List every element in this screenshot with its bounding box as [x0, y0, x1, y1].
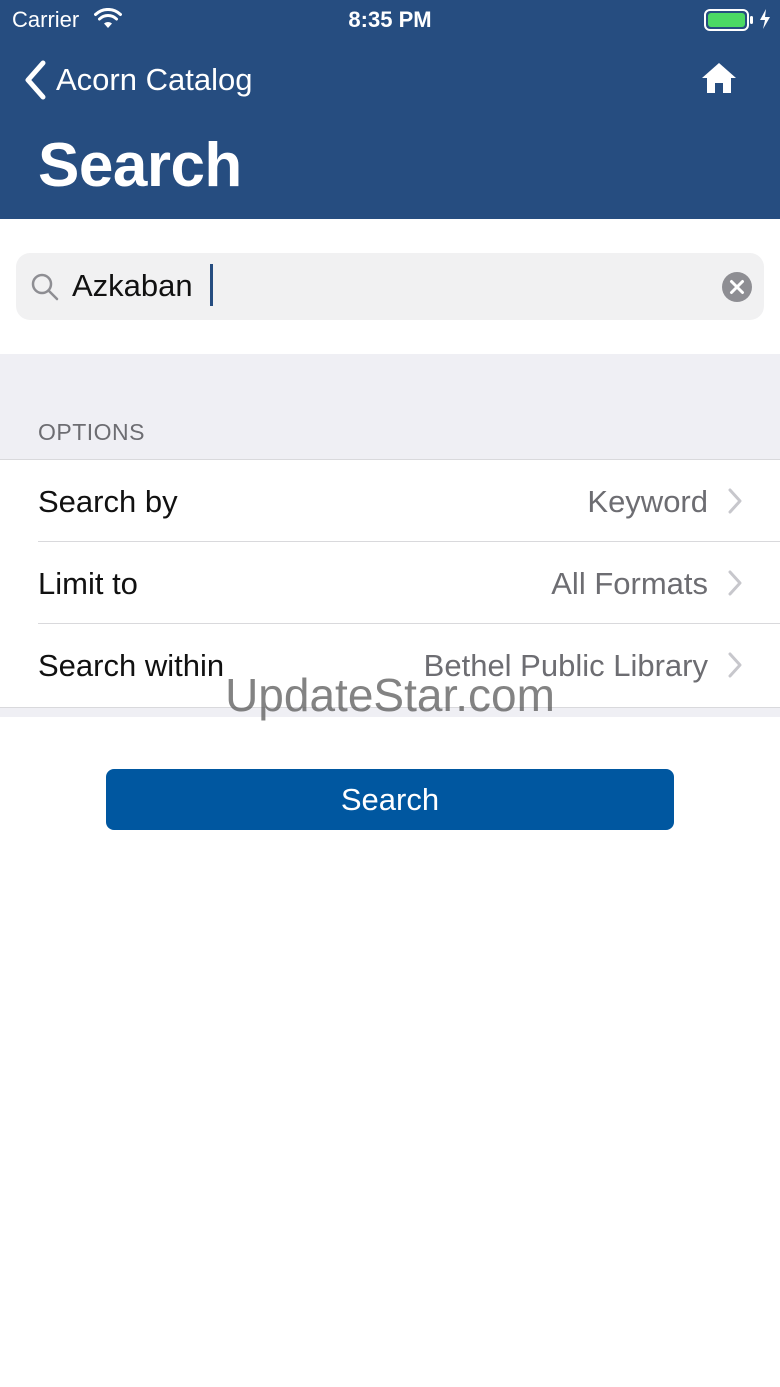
search-field[interactable] — [16, 253, 764, 320]
option-label: Search by — [38, 484, 178, 519]
status-bar: Carrier 8:35 PM — [0, 0, 780, 40]
page-title: Search — [38, 131, 242, 200]
back-button[interactable]: Acorn Catalog — [22, 58, 252, 102]
chevron-right-icon — [728, 488, 742, 514]
chevron-right-icon — [728, 570, 742, 596]
options-section-header: OPTIONS — [38, 419, 146, 445]
chevron-right-icon — [728, 652, 742, 678]
chevron-left-icon — [25, 60, 46, 100]
back-button-label: Acorn Catalog — [56, 62, 253, 97]
option-label: Limit to — [38, 566, 138, 601]
search-icon — [31, 273, 59, 301]
battery-icon — [704, 9, 753, 31]
clear-icon[interactable] — [721, 271, 753, 303]
home-icon[interactable] — [700, 61, 738, 95]
charging-icon — [760, 9, 770, 29]
search-button[interactable]: Search — [106, 769, 674, 830]
text-cursor — [210, 264, 213, 306]
status-time: 8:35 PM — [348, 7, 432, 32]
section-bottom — [0, 707, 780, 717]
header: Carrier 8:35 PM Acorn Catalog Search — [0, 0, 780, 219]
option-value: All Formats — [551, 566, 708, 601]
option-row-search-by[interactable]: Search by Keyword — [0, 460, 780, 542]
option-value: Keyword — [587, 484, 708, 519]
search-screen: Carrier 8:35 PM Acorn Catalog Search Azk… — [0, 0, 780, 1387]
search-input[interactable] — [72, 263, 712, 309]
option-value: Bethel Public Library — [423, 648, 708, 683]
option-row-limit-to[interactable]: Limit to All Formats — [0, 542, 780, 624]
options-list: Search by Keyword Limit to All Formats S… — [0, 459, 780, 708]
option-row-search-within[interactable]: Search within Bethel Public Library — [0, 624, 780, 706]
option-label: Search within — [38, 648, 225, 683]
